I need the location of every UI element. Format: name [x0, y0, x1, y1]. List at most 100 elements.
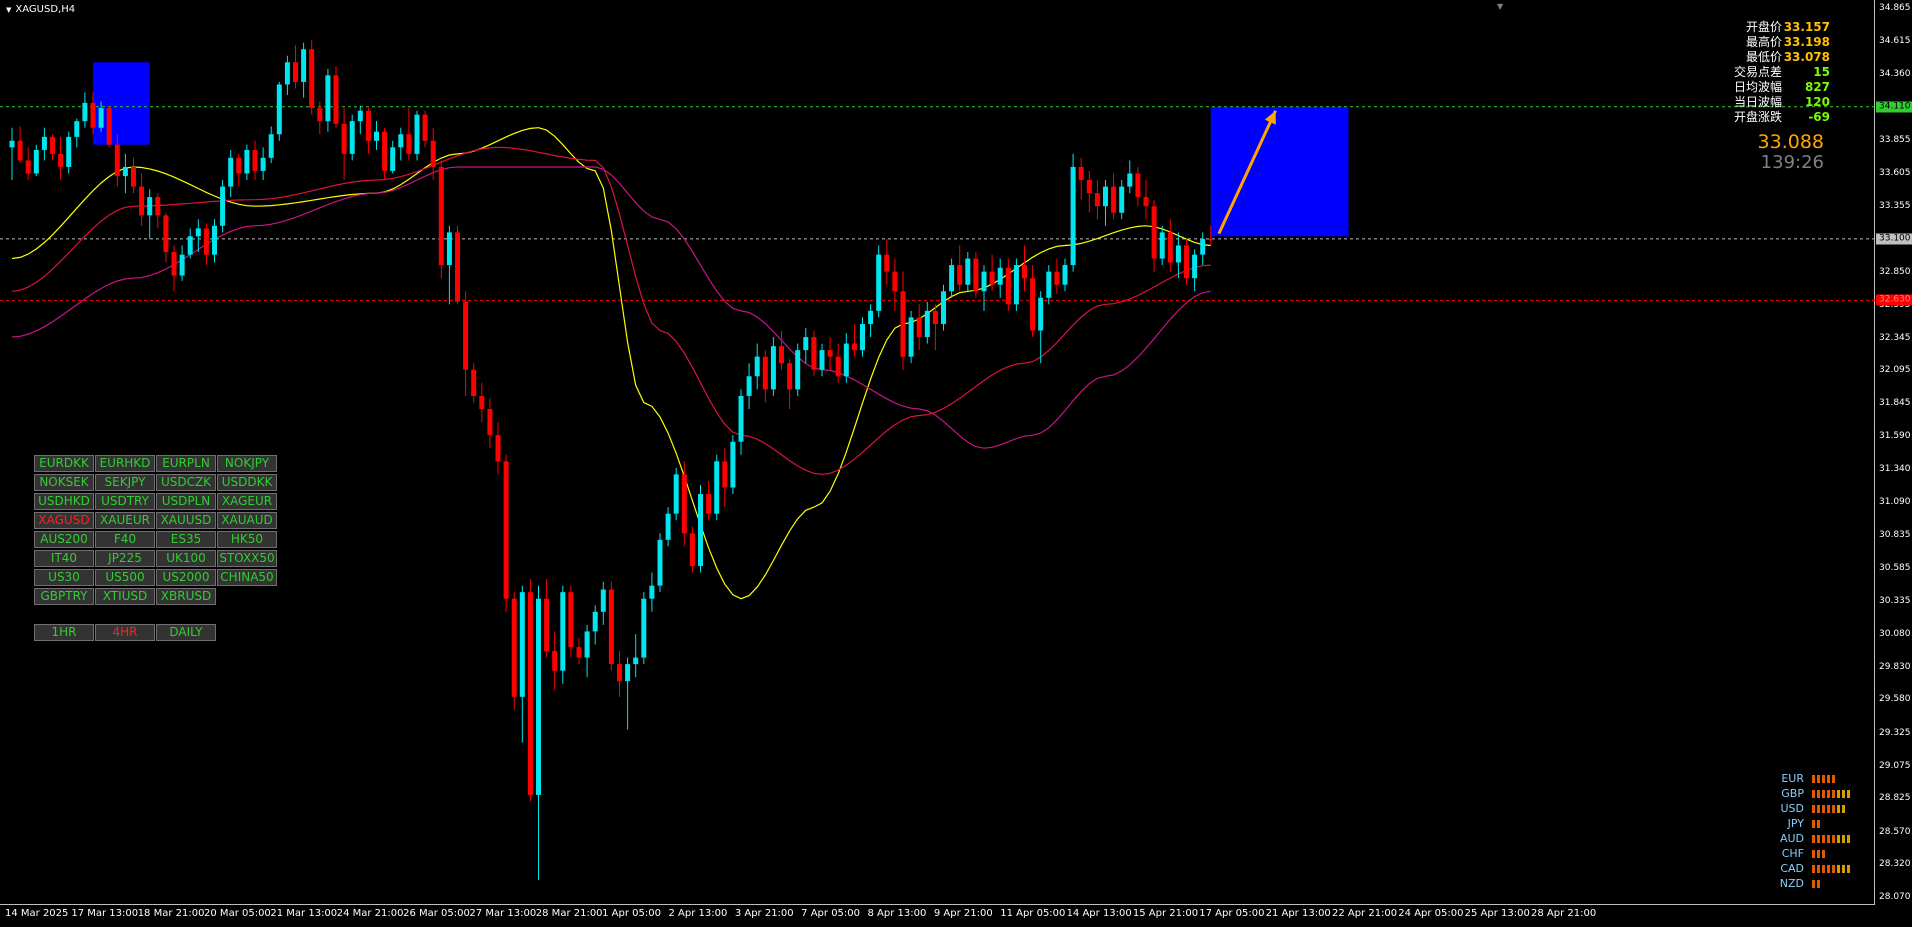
strength-bar — [1847, 834, 1850, 843]
symbol-button-us2000[interactable]: US2000 — [156, 569, 216, 586]
candle-body — [649, 585, 655, 599]
price-tick-label: 31.845 — [1879, 398, 1911, 409]
symbol-button-uk100[interactable]: UK100 — [156, 550, 216, 567]
symbol-button-xtiusd[interactable]: XTIUSD — [95, 588, 155, 605]
candle-body — [1143, 197, 1149, 207]
symbol-button-usdhkd[interactable]: USDHKD — [34, 493, 94, 510]
candle-body — [1167, 232, 1173, 263]
candle-body — [155, 197, 161, 216]
candle-body — [1151, 206, 1157, 259]
symbol-button-usdczk[interactable]: USDCZK — [156, 474, 216, 491]
symbol-button-xageur[interactable]: XAGEUR — [217, 493, 277, 510]
candle-body — [892, 271, 898, 292]
symbol-button-noksek[interactable]: NOKSEK — [34, 474, 94, 491]
shift-marker-icon[interactable]: ▼ — [1497, 2, 1503, 11]
symbol-title: XAGUSD,H4 — [6, 4, 75, 15]
candle-body — [625, 664, 631, 682]
candle-body — [803, 337, 809, 351]
timeframe-button-4hr[interactable]: 4HR — [95, 624, 155, 641]
candle-body — [341, 123, 347, 154]
strength-bar — [1812, 849, 1815, 858]
candle-body — [665, 513, 671, 540]
candle-body — [147, 197, 153, 216]
symbol-button-xauaud[interactable]: XAUAUD — [217, 512, 277, 529]
symbol-button-sekjpy[interactable]: SEKJPY — [95, 474, 155, 491]
symbol-button-stoxx50[interactable]: STOXX50 — [217, 550, 277, 567]
candle-body — [924, 310, 930, 338]
strength-bar — [1817, 879, 1820, 888]
candle-body — [293, 62, 298, 82]
price-tick-label: 30.585 — [1879, 562, 1911, 573]
candle-body — [633, 657, 639, 665]
candle-body — [179, 254, 185, 276]
symbol-button-us30[interactable]: US30 — [34, 569, 94, 586]
symbol-button-xagusd[interactable]: XAGUSD — [34, 512, 94, 529]
candle-body — [544, 598, 550, 652]
info-row: 开盘涨跌 -69 — [1734, 110, 1830, 125]
symbol-button-xbrusd[interactable]: XBRUSD — [156, 588, 216, 605]
price-tick-label: 34.615 — [1879, 35, 1911, 46]
symbol-button-it40[interactable]: IT40 — [34, 550, 94, 567]
symbol-button-eurhkd[interactable]: EURHKD — [95, 455, 155, 472]
candle-body — [617, 664, 622, 682]
symbol-button-eurdkk[interactable]: EURDKK — [34, 455, 94, 472]
chart-area[interactable]: XAGUSD,H4 ▼ 开盘价33.157最高价33.198最低价33.078交… — [0, 0, 1875, 905]
symbol-button-nokjpy[interactable]: NOKJPY — [217, 455, 277, 472]
candle-body — [268, 134, 274, 158]
symbol-button-es35[interactable]: ES35 — [156, 531, 216, 548]
candle-body — [835, 356, 841, 377]
candle-body — [25, 160, 31, 174]
candle-body — [398, 134, 404, 148]
price-level-box: 32.630 — [1876, 294, 1912, 306]
symbol-button-usddkk[interactable]: USDDKK — [217, 474, 277, 491]
price-tick-label: 29.325 — [1879, 727, 1911, 738]
candle-body — [860, 323, 865, 351]
strength-bar — [1842, 789, 1845, 798]
info-label: 当日波幅 — [1733, 95, 1782, 109]
candle-body — [463, 301, 469, 370]
currency-name: AUD — [1779, 832, 1804, 845]
symbol-button-hk50[interactable]: HK50 — [217, 531, 277, 548]
symbol-button-usdpln[interactable]: USDPLN — [156, 493, 216, 510]
time-tick-label: 26 Mar 05:00 — [403, 908, 470, 919]
price-axis[interactable]: 34.865 34.615 34.360 34.110 33.855 33.605 33.3… — [1876, 0, 1912, 905]
candle-body — [1086, 180, 1092, 194]
price-tick-label: 29.580 — [1879, 694, 1911, 705]
price-tick-label: 32.850 — [1879, 266, 1911, 277]
symbol-button-gbptry[interactable]: GBPTRY — [34, 588, 94, 605]
candle-body — [932, 310, 938, 324]
info-value: 33.198 — [1783, 35, 1830, 49]
candle-body — [1184, 245, 1189, 279]
candle-body — [1111, 186, 1117, 213]
symbol-button-china50[interactable]: CHINA50 — [217, 569, 277, 586]
candle-body — [536, 598, 541, 795]
symbol-button-us500[interactable]: US500 — [95, 569, 155, 586]
candle-body — [1005, 267, 1011, 305]
strength-bar — [1832, 804, 1835, 813]
candle-body — [1103, 186, 1108, 207]
timeframe-button-daily[interactable]: DAILY — [156, 624, 216, 641]
candle-body — [876, 254, 882, 311]
candle-body — [1046, 271, 1052, 298]
timeframe-button-1hr[interactable]: 1HR — [34, 624, 94, 641]
symbol-button-f40[interactable]: F40 — [95, 531, 155, 548]
price-tick-label: 34.865 — [1879, 3, 1911, 13]
symbol-button-jp225[interactable]: JP225 — [95, 550, 155, 567]
strength-bar — [1812, 819, 1815, 828]
price-chart[interactable] — [0, 0, 1875, 905]
symbol-button-eurpln[interactable]: EURPLN — [156, 455, 216, 472]
candle-body — [997, 267, 1003, 285]
candle-body — [374, 131, 379, 141]
candle-body — [252, 149, 258, 171]
time-tick-label: 28 Mar 21:00 — [535, 908, 603, 919]
time-axis[interactable]: 14 Mar 2025 17 Mar 13:00 18 Mar 21:00 20 Ma… — [0, 905, 1876, 927]
symbol-button-xaueur[interactable]: XAUEUR — [95, 512, 155, 529]
candle-body — [1054, 271, 1060, 285]
time-tick-label: 24 Apr 05:00 — [1398, 908, 1464, 919]
symbol-button-xauusd[interactable]: XAUUSD — [156, 512, 216, 529]
candle-body — [301, 49, 307, 82]
symbol-button-usdtry[interactable]: USDTRY — [95, 493, 155, 510]
symbol-button-aus200[interactable]: AUS200 — [34, 531, 94, 548]
time-tick-label: 8 Apr 13:00 — [867, 908, 927, 919]
candle-body — [1022, 265, 1027, 279]
